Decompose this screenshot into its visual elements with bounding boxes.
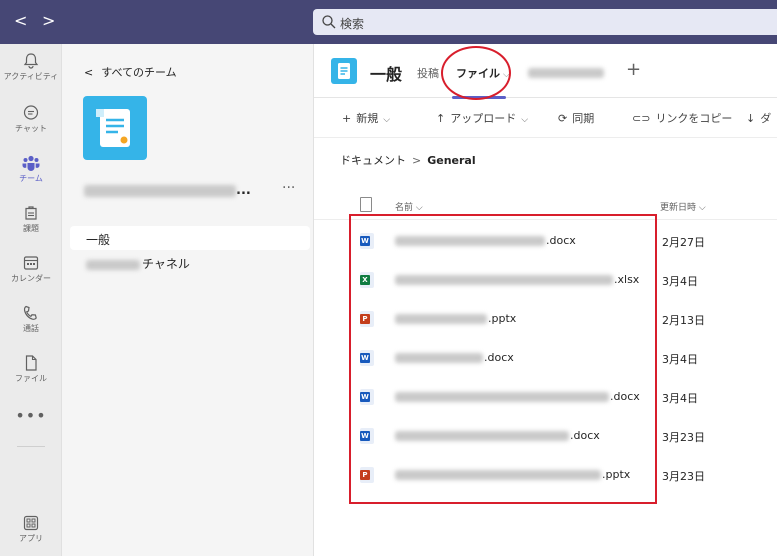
highlight-oval	[441, 46, 511, 100]
document-scroll-icon	[96, 109, 130, 147]
copy-link-label: リンクをコピー	[655, 112, 733, 125]
file-modified-date: 3月23日	[662, 470, 705, 483]
modified-column-header[interactable]: 更新日時 ⌵	[660, 200, 706, 213]
app-calls[interactable]: 通話	[0, 304, 62, 344]
app-bar: アクティビティ チャット チーム 課題 カレンダー 通話 ファイル ••• アプ…	[0, 44, 62, 556]
breadcrumb-current: General	[427, 154, 476, 167]
sync-button[interactable]: ⟳ 同期	[558, 110, 594, 126]
app-apps[interactable]: アプリ	[0, 514, 62, 554]
chevron-left-icon: <	[84, 66, 94, 79]
chat-icon	[23, 105, 39, 120]
app-label: アクティビティ	[3, 72, 59, 81]
app-label: アプリ	[19, 534, 43, 543]
copy-link-button[interactable]: ⊂⊃ リンクをコピー	[632, 110, 732, 126]
app-label: 通話	[23, 324, 39, 333]
channel-item-second[interactable]: チャネル	[70, 250, 310, 274]
more-options-icon[interactable]: ···	[282, 180, 295, 196]
channel-label-text: チャネル	[142, 257, 190, 271]
file-modified-date: 2月13日	[662, 314, 705, 327]
chevron-right-icon: >	[412, 154, 422, 167]
sync-icon: ⟳	[558, 112, 568, 125]
search-placeholder: 検索	[340, 17, 365, 31]
all-teams-link[interactable]: < すべてのチーム	[84, 64, 177, 80]
teams-icon	[22, 155, 40, 171]
file-modified-date: 2月27日	[662, 236, 705, 249]
app-teams[interactable]: チーム	[0, 154, 62, 194]
all-teams-label: すべてのチーム	[101, 66, 177, 79]
app-label: 課題	[23, 224, 39, 233]
search-input[interactable]: 検索	[313, 9, 777, 35]
upload-icon: ↑	[436, 112, 446, 125]
channel-label: 一般	[86, 233, 111, 247]
name-column-header[interactable]: 名前 ⌵	[395, 200, 423, 213]
app-label: カレンダー	[11, 274, 51, 283]
download-label: ダ	[760, 112, 772, 125]
tab-posts[interactable]: 投稿	[417, 65, 439, 81]
plus-icon: +	[342, 112, 352, 125]
file-icon	[25, 355, 37, 371]
forward-arrow-icon[interactable]: >	[42, 12, 55, 30]
download-button[interactable]: ↓ ダ	[746, 110, 771, 126]
app-files[interactable]: ファイル	[0, 354, 62, 394]
breadcrumb: ドキュメント > General	[340, 152, 476, 168]
assignments-icon	[25, 206, 37, 220]
channel-icon	[331, 58, 357, 84]
new-label: 新規	[356, 112, 379, 125]
files-toolbar: + 新規 ⌵ ↑ アップロード ⌵ ⟳ 同期 ⊂⊃ リンクをコピー ↓ ダ	[314, 98, 777, 138]
app-bar-divider	[17, 446, 45, 447]
upload-button[interactable]: ↑ アップロード ⌵	[436, 110, 528, 126]
chevron-down-icon: ⌵	[383, 115, 391, 125]
team-avatar	[83, 96, 147, 160]
back-arrow-icon[interactable]: <	[14, 12, 27, 30]
team-name-ellipsis: ...	[236, 183, 251, 198]
channel-header: 一般 投稿 ファイル ⌵ +	[314, 44, 777, 100]
phone-icon	[23, 305, 37, 320]
modified-column-label: 更新日時	[660, 203, 697, 213]
add-tab-button[interactable]: +	[626, 59, 641, 80]
bell-icon	[23, 53, 39, 69]
tab-extra-redacted	[528, 67, 604, 78]
more-apps-icon[interactable]: •••	[0, 406, 62, 425]
file-modified-date: 3月4日	[662, 353, 698, 366]
new-button[interactable]: + 新規 ⌵	[342, 110, 390, 126]
file-modified-date: 3月4日	[662, 275, 698, 288]
team-panel: < すべてのチーム ... ··· 一般 チャネル	[62, 44, 314, 556]
channel-item-general[interactable]: 一般	[70, 226, 310, 250]
upload-label: アップロード	[450, 112, 517, 125]
channel-label: チャネル	[86, 255, 190, 272]
highlight-rectangle	[349, 214, 657, 504]
tab-extra[interactable]	[528, 65, 604, 78]
app-label: ファイル	[15, 374, 47, 383]
name-column-label: 名前	[395, 203, 414, 213]
team-name-redacted	[84, 184, 236, 197]
app-chat[interactable]: チャット	[0, 104, 62, 144]
download-icon: ↓	[746, 112, 756, 125]
app-calendar[interactable]: カレンダー	[0, 254, 62, 294]
main-content: 一般 投稿 ファイル ⌵ + + 新規 ⌵ ↑ アップロード ⌵ ⟳ 同期 ⊂⊃ リンクをコピ…	[314, 44, 777, 556]
file-type-header-icon[interactable]	[360, 197, 372, 212]
apps-icon	[23, 515, 39, 531]
sync-label: 同期	[572, 112, 595, 125]
app-label: チーム	[19, 174, 43, 183]
file-modified-date: 3月23日	[662, 431, 705, 444]
breadcrumb-root[interactable]: ドキュメント	[340, 154, 406, 167]
channel-title: 一般	[370, 65, 403, 84]
app-label: チャット	[15, 124, 47, 133]
link-icon: ⊂⊃	[632, 112, 651, 125]
calendar-icon	[23, 256, 39, 270]
search-icon	[322, 15, 336, 29]
team-name[interactable]: ...	[84, 183, 264, 199]
title-bar: < > 検索	[0, 0, 777, 44]
file-modified-date: 3月4日	[662, 392, 698, 405]
document-icon	[338, 63, 350, 79]
app-assignments[interactable]: 課題	[0, 204, 62, 244]
channel-name-redacted	[86, 259, 140, 270]
chevron-down-icon: ⌵	[521, 115, 529, 125]
app-activity[interactable]: アクティビティ	[0, 52, 62, 92]
